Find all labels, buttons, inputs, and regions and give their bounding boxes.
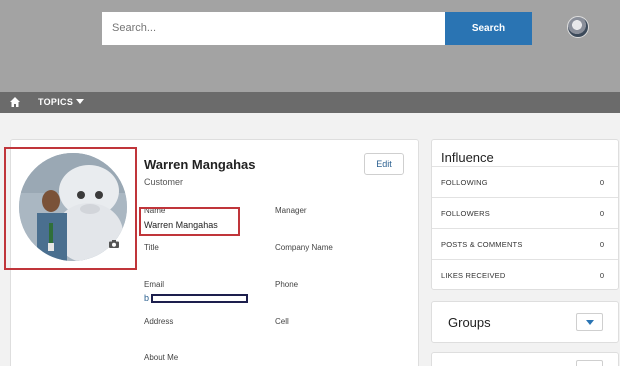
search-input[interactable] <box>102 12 445 45</box>
title-label: Title <box>144 243 159 252</box>
influence-label: FOLLOWERS <box>441 209 490 218</box>
home-icon[interactable] <box>9 96 21 108</box>
header: Search <box>0 0 620 92</box>
company-name-label: Company Name <box>275 243 333 252</box>
influence-row-following[interactable]: FOLLOWING 0 <box>432 166 618 197</box>
chevron-down-icon <box>76 99 85 104</box>
influence-row-likes-received[interactable]: LIKES RECEIVED 0 <box>432 259 618 290</box>
email-value[interactable]: b <box>144 293 149 303</box>
influence-count: 0 <box>599 209 604 218</box>
influence-row-followers[interactable]: FOLLOWERS 0 <box>432 197 618 228</box>
email-label: Email <box>144 280 165 289</box>
phone-label: Phone <box>275 280 299 289</box>
groups-title: Groups <box>448 315 491 330</box>
name-highlight-box <box>139 207 240 236</box>
influence-label: LIKES RECEIVED <box>441 271 506 280</box>
influence-count: 0 <box>599 178 604 187</box>
photo-highlight-box <box>4 147 137 270</box>
influence-count: 0 <box>599 271 604 280</box>
topics-menu[interactable]: TOPICS <box>38 92 85 113</box>
edit-button[interactable]: Edit <box>364 153 404 175</box>
search-button[interactable]: Search <box>445 12 532 45</box>
email-redaction-box <box>151 294 248 303</box>
influence-title: Influence <box>441 150 494 165</box>
user-avatar[interactable] <box>567 16 589 38</box>
topics-label: TOPICS <box>38 97 74 107</box>
navbar: TOPICS <box>0 92 620 113</box>
profile-name: Warren Mangahas <box>144 157 256 172</box>
about-me-label: About Me <box>144 353 179 362</box>
influence-label: FOLLOWING <box>441 178 488 187</box>
influence-label: POSTS & COMMENTS <box>441 240 523 249</box>
address-label: Address <box>144 317 174 326</box>
profile-role: Customer <box>144 177 184 187</box>
cell-label: Cell <box>275 317 289 326</box>
influence-count: 0 <box>599 240 604 249</box>
influence-row-posts-comments[interactable]: POSTS & COMMENTS 0 <box>432 228 618 259</box>
groups-expand-button[interactable] <box>576 313 603 331</box>
next-card-button[interactable] <box>576 360 603 366</box>
manager-label: Manager <box>275 206 307 215</box>
